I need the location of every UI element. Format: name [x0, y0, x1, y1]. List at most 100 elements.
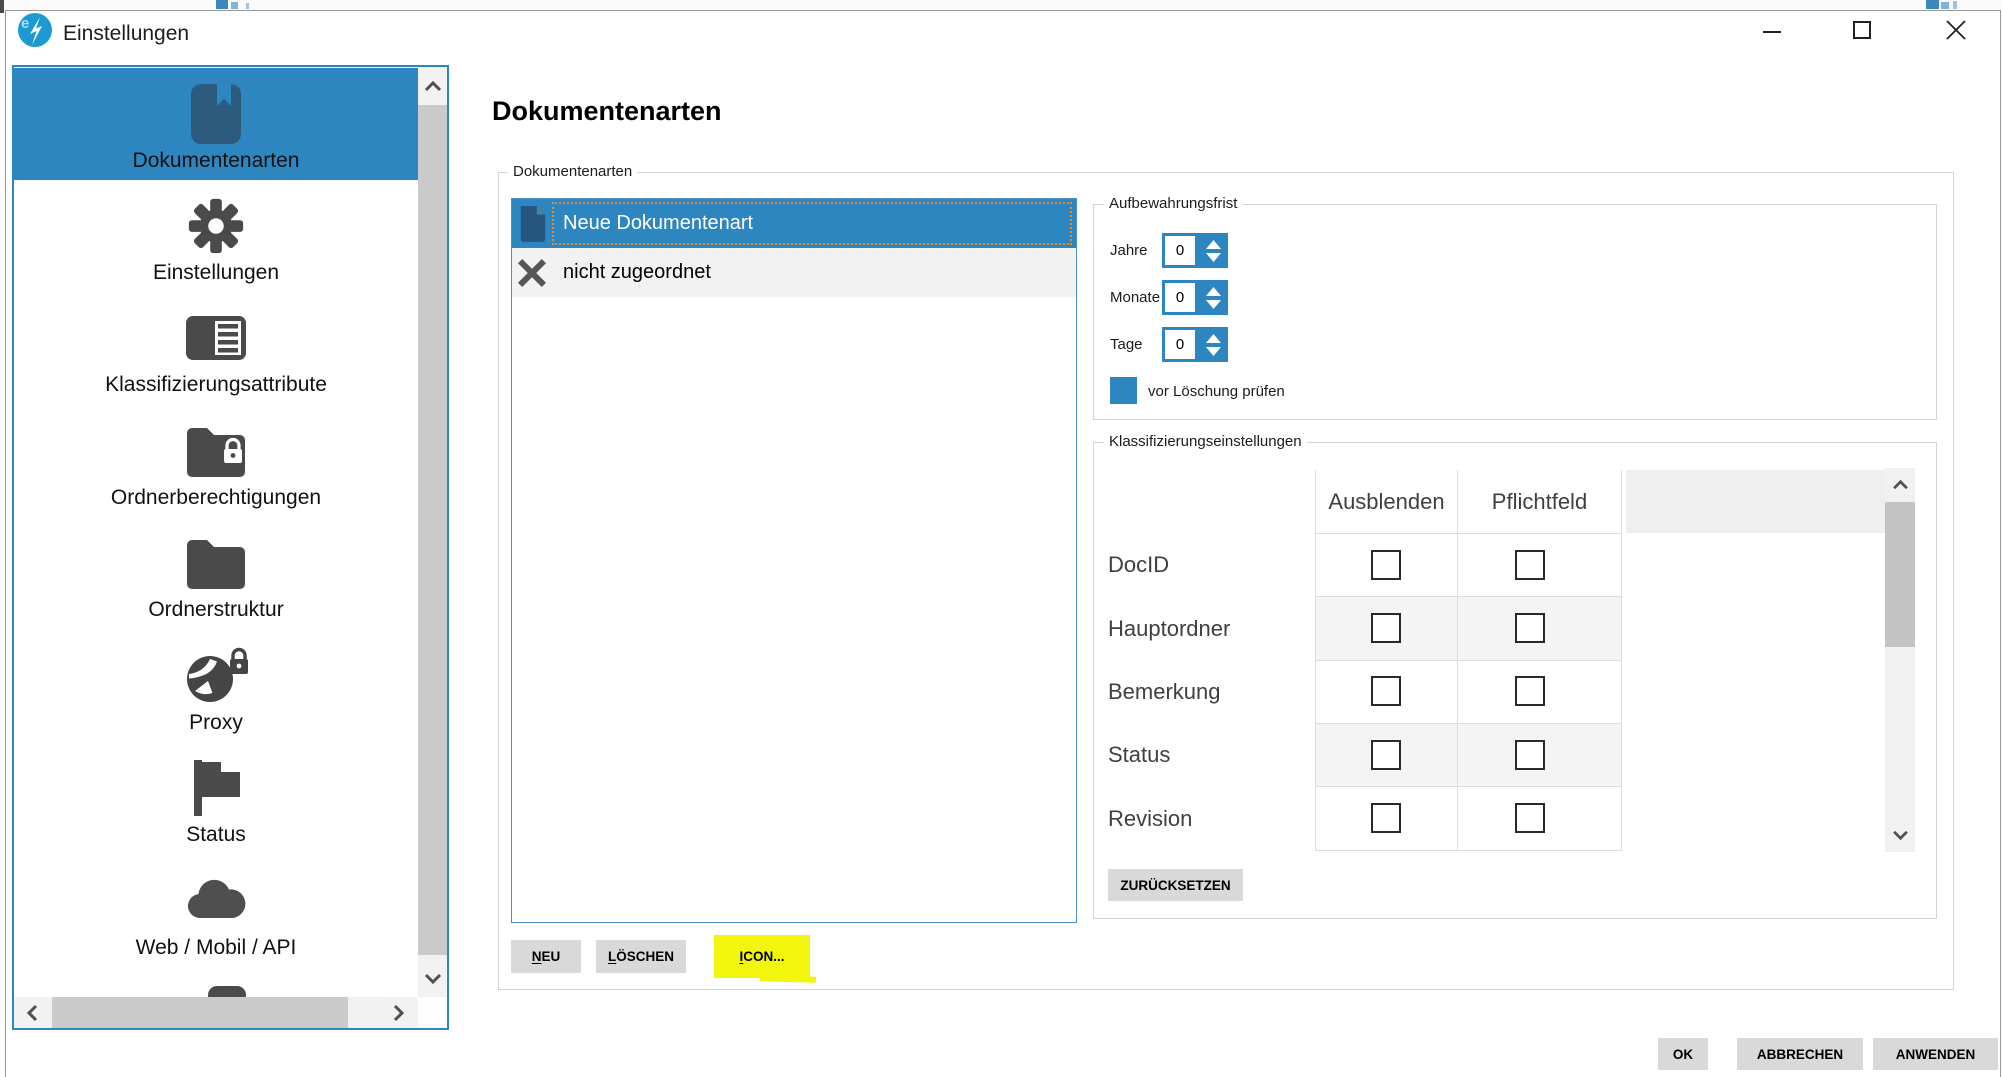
row-label-bemerkung: Bemerkung: [1108, 660, 1221, 723]
background-window-fragment: [1953, 1, 1957, 9]
scroll-up-button[interactable]: [418, 67, 447, 105]
close-button[interactable]: [1926, 10, 1986, 50]
jahre-value-field[interactable]: 0: [1162, 233, 1198, 268]
tage-value-field[interactable]: 0: [1162, 327, 1198, 362]
sidebar-item-partial-icon: [208, 986, 246, 997]
background-window-fragment: [0, 0, 4, 13]
table-gridline: [1316, 596, 1621, 597]
maximize-button[interactable]: [1832, 10, 1892, 50]
minimize-button[interactable]: [1742, 10, 1802, 50]
abbrechen-button[interactable]: ABBRECHEN: [1737, 1038, 1863, 1070]
sidebar-vscroll-thumb[interactable]: [418, 105, 447, 955]
checkbox-docid-ausblenden[interactable]: [1371, 550, 1401, 580]
scroll-right-button[interactable]: [378, 997, 418, 1028]
background-window-fragment: [216, 0, 228, 9]
table-row-stripe: [1316, 597, 1621, 660]
spinner-down-button[interactable]: [1206, 347, 1221, 356]
button-label: L: [608, 949, 616, 964]
chevron-up-icon: [424, 81, 442, 92]
minimize-icon: [1762, 20, 1782, 40]
checkbox-revision-ausblenden[interactable]: [1371, 803, 1401, 833]
row-label-hauptordner: Hauptordner: [1108, 597, 1230, 660]
spinner-up-button[interactable]: [1206, 334, 1221, 343]
chevron-down-icon: [424, 973, 442, 984]
spinner-up-button[interactable]: [1206, 240, 1221, 249]
monate-spinner[interactable]: 0: [1162, 280, 1228, 315]
scroll-down-button[interactable]: [418, 959, 447, 997]
window-title: Einstellungen: [63, 22, 189, 46]
button-label: N: [532, 949, 542, 964]
icon-button[interactable]: ICON...: [720, 940, 804, 973]
checkbox-hauptordner-ausblenden[interactable]: [1371, 613, 1401, 643]
checkbox-status-ausblenden[interactable]: [1371, 740, 1401, 770]
column-header-pflichtfeld: Pflichtfeld: [1458, 470, 1621, 533]
sidebar-hscroll-thumb[interactable]: [52, 997, 348, 1028]
page-title: Dokumentenarten: [492, 96, 722, 127]
klassifizierung-group-label: Klassifizierungseinstellungen: [1104, 433, 1307, 450]
monate-label: Monate: [1110, 289, 1160, 306]
row-label-status: Status: [1108, 723, 1170, 786]
checkbox-revision-pflichtfeld[interactable]: [1515, 803, 1545, 833]
loeschen-button[interactable]: LÖSCHEN: [596, 940, 686, 973]
checkbox-status-pflichtfeld[interactable]: [1515, 740, 1545, 770]
chevron-left-icon: [27, 1004, 38, 1022]
spinner-down-button[interactable]: [1206, 300, 1221, 309]
gear-icon: [185, 193, 247, 259]
sidebar-item-ordnerberechtigungen[interactable]: Ordnerberechtigungen: [14, 405, 418, 517]
document-type-list[interactable]: [511, 198, 1077, 923]
sidebar-item-label: Dokumentenarten: [133, 149, 300, 173]
book-bookmark-icon: [189, 81, 243, 147]
row-label-docid: DocID: [1108, 533, 1169, 596]
sidebar-item-label: Status: [186, 823, 246, 847]
table-vscroll-thumb[interactable]: [1885, 502, 1915, 647]
checkbox-bemerkung-pflichtfeld[interactable]: [1515, 676, 1545, 706]
tage-spinner[interactable]: 0: [1162, 327, 1228, 362]
spinner-down-button[interactable]: [1206, 253, 1221, 262]
zuruecksetzen-button[interactable]: ZURÜCKSETZEN: [1108, 869, 1243, 901]
column-header-ausblenden: Ausblenden: [1316, 470, 1457, 533]
sidebar-item-proxy[interactable]: Proxy: [14, 630, 418, 742]
close-icon: [1945, 19, 1967, 41]
scroll-left-button[interactable]: [14, 997, 50, 1028]
checkbox-hauptordner-pflichtfeld[interactable]: [1515, 613, 1545, 643]
sidebar-item-label: Klassifizierungsattribute: [105, 373, 327, 397]
table-row-stripe: [1316, 723, 1621, 786]
screen: e Einstellungen Dokumentenarten: [0, 0, 2002, 1077]
checkbox-docid-pflichtfeld[interactable]: [1515, 550, 1545, 580]
jahre-spinner[interactable]: 0: [1162, 233, 1228, 268]
anwenden-button[interactable]: ANWENDEN: [1873, 1038, 1998, 1070]
ok-button[interactable]: OK: [1658, 1038, 1708, 1070]
table-gridline: [1316, 786, 1621, 787]
list-item-label: Neue Dokumentenart: [563, 212, 753, 235]
scroll-down-button[interactable]: [1885, 820, 1915, 850]
jahre-label: Jahre: [1110, 242, 1148, 259]
neu-button[interactable]: NEU: [511, 940, 581, 973]
button-label: EU: [541, 949, 560, 964]
row-label-revision: Revision: [1108, 787, 1192, 850]
scrollbar-corner: [418, 997, 447, 1028]
sidebar-item-label: Ordnerberechtigungen: [111, 486, 321, 510]
tage-label: Tage: [1110, 336, 1143, 353]
sidebar-item-status[interactable]: Status: [14, 742, 418, 854]
app-logo-icon: e: [17, 12, 53, 48]
button-label: CON...: [743, 949, 784, 964]
background-window-fragment: [1941, 2, 1949, 9]
list-item-neue-dokumentenart[interactable]: Neue Dokumentenart: [512, 199, 1076, 248]
svg-text:e: e: [21, 15, 29, 32]
sidebar-item-ordnerstruktur[interactable]: Ordnerstruktur: [14, 517, 418, 629]
sidebar-item-label: Proxy: [189, 711, 243, 735]
sidebar-item-label: Einstellungen: [153, 261, 279, 285]
list-item-nicht-zugeordnet[interactable]: nicht zugeordnet: [512, 248, 1076, 297]
sidebar-item-einstellungen[interactable]: Einstellungen: [14, 180, 418, 292]
sidebar-item-web-mobil-api[interactable]: Web / Mobil / API: [14, 855, 418, 967]
monate-value-field[interactable]: 0: [1162, 280, 1198, 315]
sidebar-item-klassifizierungsattribute[interactable]: Klassifizierungsattribute: [14, 292, 418, 404]
vor-loeschung-pruefen-checkbox[interactable]: [1110, 377, 1137, 404]
background-window-fragment: [246, 3, 249, 9]
scroll-up-button[interactable]: [1885, 470, 1915, 500]
sidebar-item-dokumentenarten[interactable]: Dokumentenarten: [14, 68, 418, 180]
empty-column-header: [1626, 470, 1885, 533]
spinner-up-button[interactable]: [1206, 287, 1221, 296]
checkbox-bemerkung-ausblenden[interactable]: [1371, 676, 1401, 706]
vor-loeschung-pruefen-label: vor Löschung prüfen: [1148, 383, 1285, 400]
